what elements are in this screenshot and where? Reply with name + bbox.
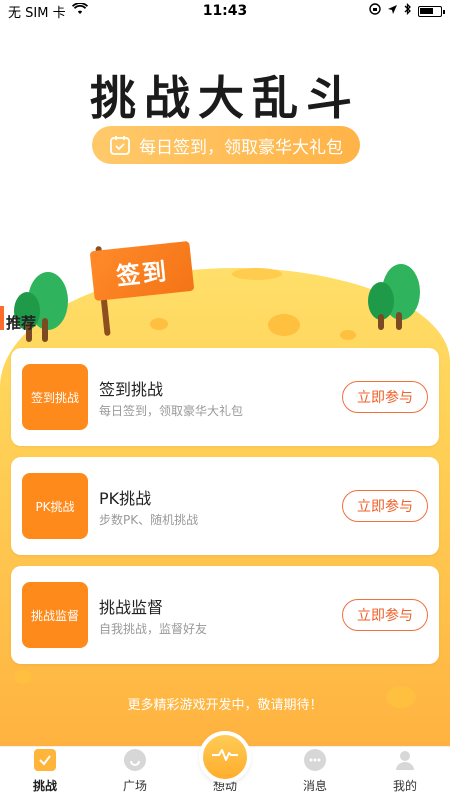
coming-soon-note: 更多精彩游戏开发中，敬请期待！ <box>127 698 323 713</box>
card-thumbnail: 签到挑战 <box>22 364 88 430</box>
join-button[interactable]: 立即参与 <box>342 490 428 522</box>
tab-label: 消息 <box>302 779 327 793</box>
center-action-button[interactable] <box>199 731 251 783</box>
status-left: 无 SIM 卡 <box>8 2 88 21</box>
bluetooth-icon <box>404 2 412 19</box>
hill-dot <box>232 268 282 280</box>
section-title-recommend: 推荐 <box>6 314 37 332</box>
card-thumbnail: 挑战监督 <box>22 582 88 648</box>
hill-dot <box>150 318 168 330</box>
calendar-check-icon <box>109 134 131 156</box>
signin-flag[interactable]: 签到 <box>89 240 195 302</box>
challenge-card[interactable]: 签到挑战 签到挑战 每日签到，领取豪华大礼包 立即参与 <box>11 348 439 446</box>
challenge-icon <box>34 749 56 771</box>
tab-challenge[interactable]: 挑战 <box>0 747 90 800</box>
card-title: PK挑战 <box>99 489 152 508</box>
card-thumbnail: PK挑战 <box>22 473 88 539</box>
pulse-icon <box>211 747 239 767</box>
challenge-card[interactable]: 挑战监督 挑战监督 自我挑战，监督好友 立即参与 <box>11 566 439 664</box>
lock-rotation-icon <box>369 3 381 19</box>
message-icon <box>304 749 326 771</box>
section-accent-bar <box>0 306 4 330</box>
card-description: 步数PK、随机挑战 <box>99 513 199 527</box>
status-right <box>369 2 445 19</box>
wifi-icon <box>71 2 88 19</box>
tab-label: 我的 <box>392 779 417 793</box>
battery-level <box>420 7 433 14</box>
carrier-label: 无 SIM 卡 <box>8 5 66 21</box>
tab-messages[interactable]: 消息 <box>270 747 360 800</box>
card-description: 每日签到，领取豪华大礼包 <box>99 404 244 418</box>
page-title: 挑战大乱斗 <box>90 71 360 125</box>
daily-signin-banner[interactable]: 每日签到，领取豪华大礼包 <box>92 126 360 164</box>
banner-text: 每日签到，领取豪华大礼包 <box>139 137 343 158</box>
profile-icon <box>394 749 416 771</box>
status-bar: 无 SIM 卡 11:43 <box>0 0 450 22</box>
hill-dot <box>14 670 32 684</box>
tab-profile[interactable]: 我的 <box>360 747 450 800</box>
card-title: 挑战监督 <box>99 598 164 617</box>
tab-label: 挑战 <box>32 779 57 793</box>
hill-dot <box>340 330 356 340</box>
square-icon <box>124 749 146 771</box>
location-icon <box>387 4 398 19</box>
challenge-card[interactable]: PK挑战 PK挑战 步数PK、随机挑战 立即参与 <box>11 457 439 555</box>
tab-square[interactable]: 广场 <box>90 747 180 800</box>
join-button[interactable]: 立即参与 <box>342 599 428 631</box>
join-button[interactable]: 立即参与 <box>342 381 428 413</box>
tab-label: 广场 <box>122 779 147 793</box>
card-title: 签到挑战 <box>99 380 164 399</box>
battery-icon <box>418 5 445 17</box>
hill-dot <box>268 314 300 336</box>
card-description: 自我挑战，监督好友 <box>99 622 208 636</box>
